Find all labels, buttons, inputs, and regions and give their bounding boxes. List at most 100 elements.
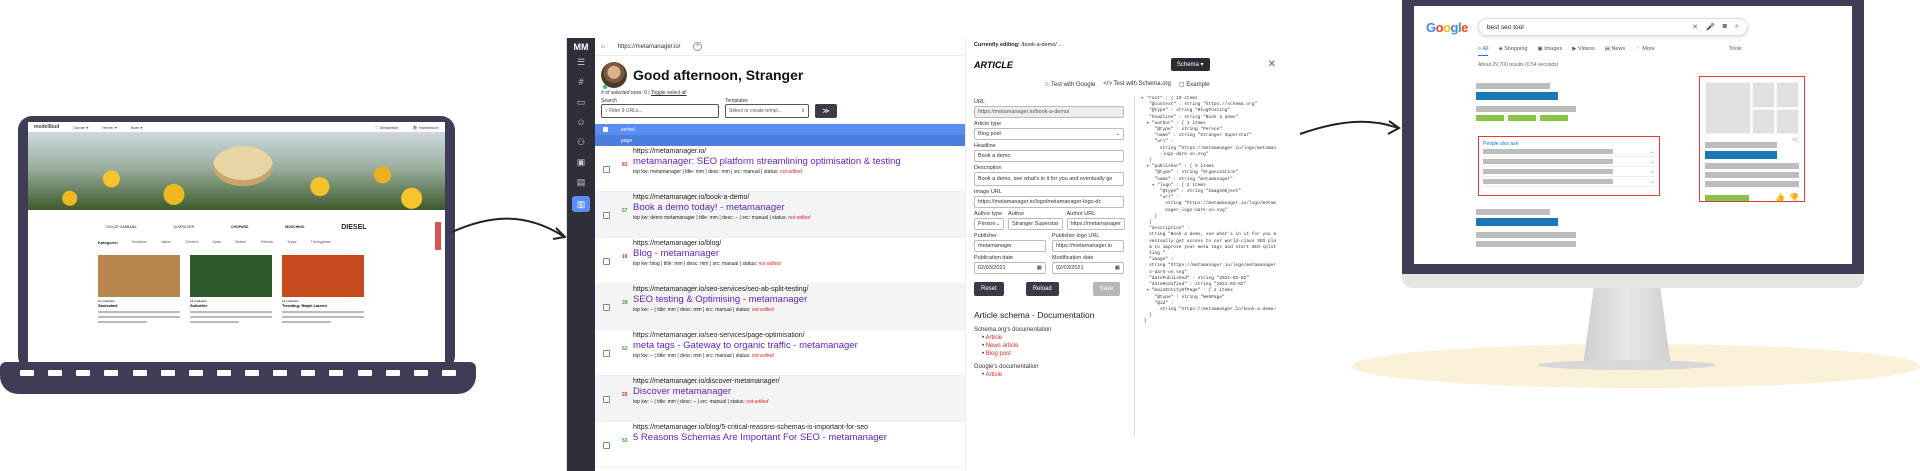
tools-button[interactable]: Tools <box>1729 46 1742 56</box>
users-icon[interactable]: ⚇ <box>567 132 595 152</box>
publication-date-input[interactable]: 02/03/2021 ▦ <box>974 262 1046 274</box>
description-textarea[interactable]: Book a demo, see what's in it for you an… <box>974 172 1124 186</box>
category-link[interactable]: Toppe <box>287 240 297 245</box>
select-all-checkbox[interactable] <box>603 127 608 132</box>
shop-cart[interactable]: 🛍 Handlekurv <box>413 125 439 130</box>
row-checkbox[interactable] <box>603 304 610 311</box>
header-sorted[interactable]: sorted <box>595 124 965 135</box>
shop-wishlist[interactable]: ♡ Ønskeliste <box>375 125 398 130</box>
add-icon[interactable]: + <box>693 42 703 51</box>
table-row[interactable]: 57 https://metamanager.io/book-a-demo/Boo… <box>595 192 965 238</box>
brand-logo[interactable]: MOSCHINO <box>285 225 304 229</box>
doc-link-news-article[interactable]: News article <box>982 343 1124 349</box>
home-icon[interactable]: ⌂ <box>601 44 605 50</box>
row-checkbox[interactable] <box>603 166 610 173</box>
reset-button[interactable]: Reset <box>974 282 1004 296</box>
shop-card[interactable]: 12 produkter Trending: Ralph Lauren <box>282 255 364 323</box>
mic-icon[interactable]: 🎤 <box>1706 23 1715 31</box>
close-icon[interactable]: ✕ <box>1268 59 1276 70</box>
category-link[interactable]: Bukser <box>236 240 247 245</box>
google-logo[interactable]: Google <box>1426 20 1468 35</box>
tab-more[interactable]: ⋮ More <box>1635 46 1655 56</box>
knowledge-panel-images[interactable] <box>1705 82 1799 134</box>
category-link[interactable]: Tilbehør <box>260 240 273 245</box>
author-url-input[interactable]: https://metamanager <box>1066 218 1125 230</box>
publisher-logo-input[interactable]: https://metamanager.io <box>1052 240 1124 252</box>
table-row[interactable]: 20 https://metamanager.io/discover-metama… <box>595 376 965 422</box>
row-title[interactable]: Blog - metamanager <box>633 248 965 259</box>
table-row[interactable]: 81 https://metamanager.io/metamanager: SE… <box>595 146 965 192</box>
category-link[interactable]: Jakker <box>161 240 171 245</box>
json-tree-viewer[interactable]: ▾ "root" : { 10 items "@context" : strin… <box>1134 96 1276 436</box>
search-result[interactable] <box>1476 80 1576 121</box>
google-search-input[interactable]: best seo tool ✕ 🎤 ◙ ⌕ <box>1477 18 1748 36</box>
row-url[interactable]: https://metamanager.io/blog/5-critical-r… <box>633 424 965 431</box>
row-title[interactable]: meta tags - Gateway to organic traffic -… <box>633 340 965 351</box>
row-checkbox[interactable] <box>603 396 610 403</box>
paa-question[interactable]: ⌄ <box>1483 177 1655 187</box>
article-type-select[interactable]: Blog post ⌄ <box>974 128 1124 140</box>
folder-icon[interactable]: ▭ <box>567 92 595 112</box>
table-row[interactable]: 39 https://metamanager.io/seo-services/se… <box>595 284 965 330</box>
headline-input[interactable]: Book a demo <box>974 150 1124 162</box>
tab-images[interactable]: ▣ Images <box>1537 46 1562 56</box>
templates-select[interactable]: Select or create templ... ⇕ <box>725 104 809 118</box>
kp-link[interactable] <box>1705 194 1749 201</box>
row-title[interactable]: metamanager: SEO platform streamlining o… <box>633 156 965 167</box>
clear-icon[interactable]: ✕ <box>1692 23 1698 31</box>
robot-icon[interactable]: ☺ <box>567 112 595 132</box>
schema-icon[interactable]: ▥ <box>572 196 590 212</box>
row-title[interactable]: Book a demo today! - metamanager <box>633 202 965 213</box>
example-link[interactable]: ▢ Example <box>1179 81 1210 88</box>
brand-logo[interactable]: DOLCE·GABBANA <box>106 225 136 229</box>
paa-question[interactable]: ⌄ <box>1483 167 1655 177</box>
row-checkbox[interactable] <box>603 258 610 265</box>
shop-card[interactable]: 15 produkter Solbriller <box>190 255 272 323</box>
row-url[interactable]: https://metamanager.io/ <box>633 148 965 155</box>
table-row[interactable]: 52 https://metamanager.io/seo-services/pa… <box>595 330 965 376</box>
header-page[interactable]: page <box>595 135 965 146</box>
menu-icon[interactable]: ☰ <box>567 52 595 72</box>
author-type-select[interactable]: Person ⌄ <box>974 218 1005 230</box>
brand-logo[interactable]: DIESEL <box>341 224 366 231</box>
publisher-input[interactable]: metamanager <box>974 240 1046 252</box>
row-title[interactable]: SEO testing & Optimising - metamanager <box>633 294 965 305</box>
table-row[interactable]: 16 https://metamanager.io/blog/Blog - met… <box>595 238 965 284</box>
apply-button[interactable]: ≫ <box>815 104 837 118</box>
modification-date-input[interactable]: 02/03/2021 ▦ <box>1052 262 1124 274</box>
calendar-icon[interactable]: ▦ <box>1115 265 1120 271</box>
tab-videos[interactable]: ▶ Videos <box>1572 46 1594 56</box>
toggle-select-all-link[interactable]: Toggle select all <box>651 90 687 96</box>
image-url-input[interactable]: https://metamanager.io/logo/metamanager-… <box>974 196 1124 208</box>
shop-nav-damer[interactable]: Damer ▾ <box>73 125 88 130</box>
row-url[interactable]: https://metamanager.io/seo-services/page… <box>633 332 965 339</box>
thumbs-up-icon[interactable]: 👍 <box>1775 193 1785 202</box>
row-title[interactable]: Discover metamanager <box>633 386 965 397</box>
shop-side-tab[interactable] <box>435 222 441 250</box>
brand-logo[interactable]: CHOPARD <box>231 225 248 229</box>
monitor-icon[interactable]: ▣ <box>567 152 595 172</box>
row-url[interactable]: https://metamanager.io/book-a-demo/ <box>633 194 965 201</box>
google-doc-link-article[interactable]: Article <box>982 372 1124 378</box>
row-checkbox[interactable] <box>603 442 610 449</box>
row-title[interactable]: 5 Reasons Schemas Are Important For SEO … <box>633 432 965 443</box>
shop-nav-herrer[interactable]: Herrer ▾ <box>102 125 116 130</box>
tab-shopping[interactable]: ◈ Shopping <box>1498 46 1527 56</box>
search-icon[interactable]: ⌕ <box>1735 23 1739 31</box>
avatar[interactable] <box>601 62 627 89</box>
tab-news[interactable]: ▤ News <box>1605 46 1626 56</box>
category-link[interactable]: Treningsklær <box>311 240 331 245</box>
row-url[interactable]: https://metamanager.io/blog/ <box>633 240 965 247</box>
tab-all[interactable]: ⌕ All <box>1478 46 1489 56</box>
row-checkbox[interactable] <box>603 350 610 357</box>
category-link[interactable]: Kjoler <box>213 240 222 245</box>
schema-dropdown-button[interactable]: Schema ▾ <box>1170 58 1210 71</box>
table-row[interactable]: 53 https://metamanager.io/blog/5-critical… <box>595 422 965 468</box>
share-icon[interactable]: ⋖ <box>1791 135 1798 144</box>
test-with-google-link[interactable]: ☆ Test with Google <box>1044 81 1095 88</box>
url-input[interactable]: https://metamanager.io/book-a-demo/ <box>974 106 1124 118</box>
thumbs-down-icon[interactable]: 👎 <box>1789 193 1799 202</box>
shop-nav-barn[interactable]: Barn ▾ <box>131 125 143 130</box>
category-link[interactable]: Gensere <box>185 240 198 245</box>
reload-button[interactable]: Reload <box>1025 282 1059 296</box>
